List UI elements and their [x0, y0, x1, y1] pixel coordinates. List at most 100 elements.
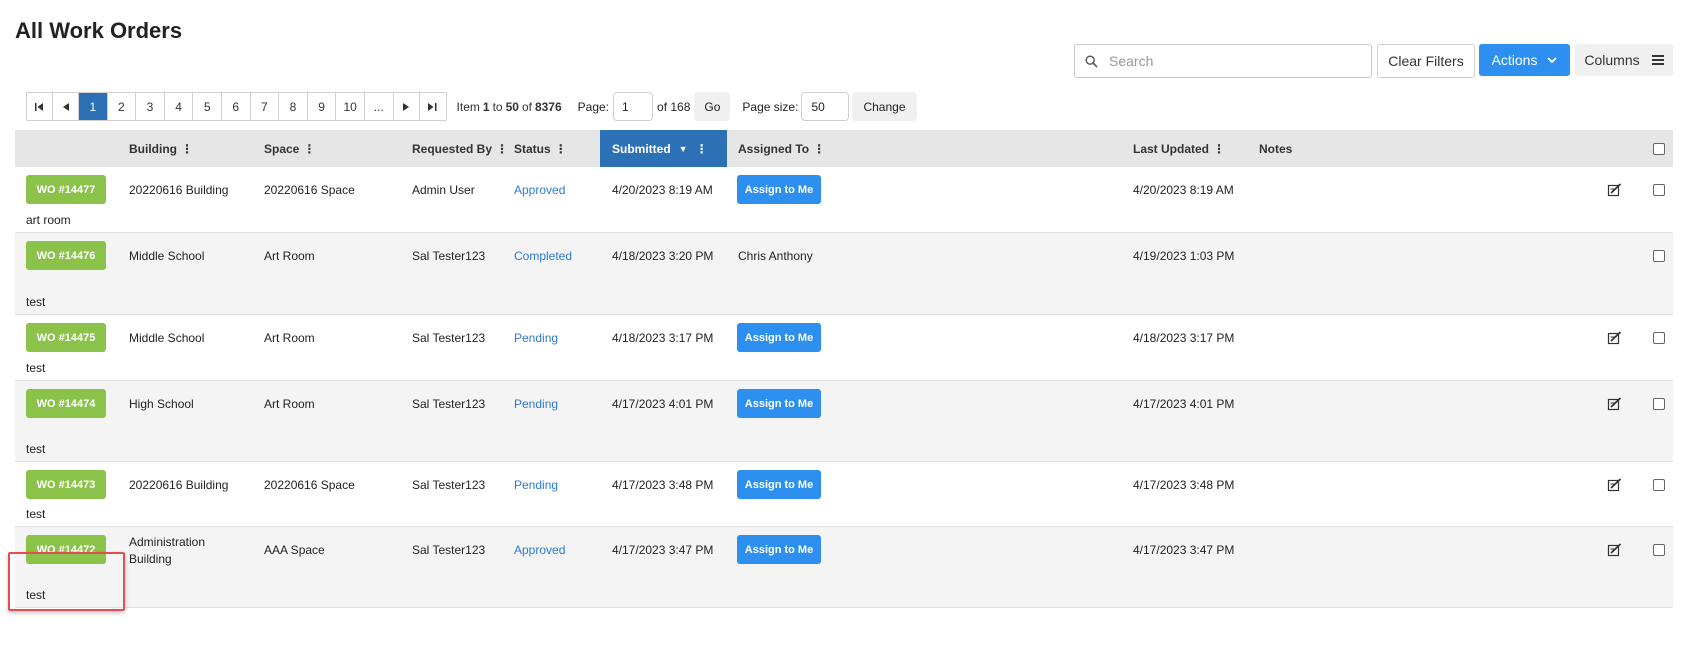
cell-last-updated: 4/17/2023 4:01 PM	[1133, 397, 1235, 411]
work-order-button[interactable]: WO #14476	[26, 241, 106, 270]
page-title: All Work Orders	[15, 18, 183, 43]
column-menu-icon[interactable]: ⋮	[1213, 142, 1225, 156]
edit-icon[interactable]	[1607, 542, 1623, 558]
row-note: art room	[26, 213, 71, 227]
page-input[interactable]: 1	[613, 92, 654, 121]
page-more-button[interactable]: ...	[364, 93, 394, 120]
table-row: WO #14477 20220616 Building 20220616 Space…	[15, 167, 1673, 233]
page-button[interactable]: 7	[250, 93, 280, 120]
row-checkbox[interactable]	[1653, 184, 1665, 196]
work-order-button[interactable]: WO #14473	[26, 470, 106, 499]
cell-space: 20220616 Space	[264, 183, 355, 197]
work-order-button[interactable]: WO #14474	[26, 389, 106, 418]
page-button[interactable]: 8	[279, 93, 308, 120]
column-menu-icon[interactable]: ⋮	[555, 142, 567, 156]
assign-to-me-button[interactable]: Assign to Me	[737, 389, 821, 418]
change-button[interactable]: Change	[852, 92, 917, 121]
column-menu-icon[interactable]: ⋮	[696, 142, 708, 156]
column-menu-icon[interactable]: ⋮	[181, 142, 193, 156]
first-page-button[interactable]	[27, 93, 53, 120]
cell-submitted: 4/17/2023 3:47 PM	[612, 543, 714, 557]
cell-building: Middle School	[129, 331, 205, 345]
actions-button[interactable]: Actions	[1479, 44, 1570, 76]
status-link[interactable]: Approved	[514, 182, 565, 199]
page-size-input[interactable]: 50	[801, 92, 850, 121]
cell-building: 20220616 Building	[129, 183, 229, 197]
columns-button[interactable]: Columns	[1575, 44, 1673, 76]
first-page-icon	[35, 102, 43, 111]
table-row: WO #14475 Middle School Art Room Sal Tester…	[15, 315, 1673, 381]
actions-label: Actions	[1491, 52, 1538, 68]
cell-submitted: 4/18/2023 3:20 PM	[612, 249, 714, 263]
row-checkbox[interactable]	[1653, 250, 1665, 262]
status-link[interactable]: Pending	[514, 477, 558, 494]
cell-requested-by: Sal Tester123	[412, 397, 486, 411]
column-header-submitted[interactable]: Submitted ▼ ⋮	[600, 130, 727, 167]
assign-to-me-button[interactable]: Assign to Me	[737, 535, 821, 564]
page-button[interactable]: 3	[136, 93, 165, 120]
clear-filters-button[interactable]: Clear Filters	[1377, 44, 1475, 78]
status-link[interactable]: Pending	[514, 396, 558, 413]
chevron-down-icon	[1547, 56, 1558, 63]
prev-page-icon	[62, 102, 69, 111]
cell-last-updated: 4/17/2023 3:47 PM	[1133, 543, 1235, 557]
assign-to-me-button[interactable]: Assign to Me	[737, 175, 821, 204]
highlight-annotation	[8, 552, 125, 611]
cell-requested-by: Sal Tester123	[412, 543, 486, 557]
work-order-button[interactable]: WO #14475	[26, 323, 106, 352]
prev-page-button[interactable]	[53, 93, 79, 120]
page-button[interactable]: 5	[193, 93, 222, 120]
search-input[interactable]	[1107, 45, 1371, 77]
page-button[interactable]: 9	[307, 93, 337, 120]
page-button[interactable]: 2	[107, 93, 137, 120]
work-order-button[interactable]: WO #14477	[26, 175, 106, 204]
column-header-status[interactable]: Status ⋮	[514, 130, 567, 167]
assign-to-me-button[interactable]: Assign to Me	[737, 323, 821, 352]
search-box[interactable]	[1074, 44, 1372, 78]
column-header-assigned-to[interactable]: Assigned To ⋮	[738, 130, 825, 167]
page-button[interactable]: 4	[164, 93, 194, 120]
cell-building: Administration Building	[129, 535, 206, 566]
edit-icon[interactable]	[1607, 396, 1623, 412]
row-checkbox[interactable]	[1653, 398, 1665, 410]
column-header-space[interactable]: Space ⋮	[264, 130, 315, 167]
column-header-requested-by[interactable]: Requested By ⋮	[412, 130, 508, 167]
column-menu-icon[interactable]: ⋮	[496, 142, 508, 156]
table-header: Building ⋮ Space ⋮ Requested By ⋮ Status ⋮ S…	[15, 130, 1673, 167]
status-link[interactable]: Completed	[514, 248, 572, 265]
page-size-label: Page size:	[742, 99, 799, 114]
row-checkbox[interactable]	[1653, 332, 1665, 344]
cell-building: Middle School	[129, 249, 205, 263]
column-header-building[interactable]: Building ⋮	[129, 130, 193, 167]
edit-icon[interactable]	[1607, 182, 1623, 198]
column-menu-icon[interactable]: ⋮	[303, 142, 315, 156]
row-checkbox[interactable]	[1653, 544, 1665, 556]
cell-last-updated: 4/19/2023 1:03 PM	[1133, 249, 1235, 263]
status-link[interactable]: Pending	[514, 330, 558, 347]
page-button[interactable]: 6	[221, 93, 251, 120]
cell-requested-by: Sal Tester123	[412, 249, 486, 263]
cell-submitted: 4/17/2023 4:01 PM	[612, 397, 714, 411]
row-note: test	[26, 295, 46, 309]
row-note: test	[26, 507, 46, 521]
go-button[interactable]: Go	[694, 92, 731, 121]
cell-space: Art Room	[264, 249, 315, 263]
edit-icon[interactable]	[1607, 477, 1623, 493]
select-all-checkbox[interactable]	[1653, 130, 1665, 167]
cell-space: 20220616 Space	[264, 478, 355, 492]
cell-building: 20220616 Building	[129, 478, 229, 492]
last-page-button[interactable]	[419, 93, 446, 120]
column-menu-icon[interactable]: ⋮	[813, 142, 825, 156]
page-button[interactable]: 1	[79, 93, 108, 120]
table-row: WO #14476 Middle School Art Room Sal Tester…	[15, 233, 1673, 315]
column-header-last-updated[interactable]: Last Updated ⋮	[1133, 130, 1225, 167]
table-row: WO #14473 20220616 Building 20220616 Space…	[15, 462, 1673, 527]
row-checkbox[interactable]	[1653, 479, 1665, 491]
status-link[interactable]: Approved	[514, 542, 565, 559]
edit-icon[interactable]	[1607, 330, 1623, 346]
next-page-button[interactable]	[393, 93, 420, 120]
page-button[interactable]: 10	[336, 93, 365, 120]
assign-to-me-button[interactable]: Assign to Me	[737, 470, 821, 499]
column-header-notes[interactable]: Notes	[1259, 130, 1292, 167]
cell-space: AAA Space	[264, 543, 325, 557]
